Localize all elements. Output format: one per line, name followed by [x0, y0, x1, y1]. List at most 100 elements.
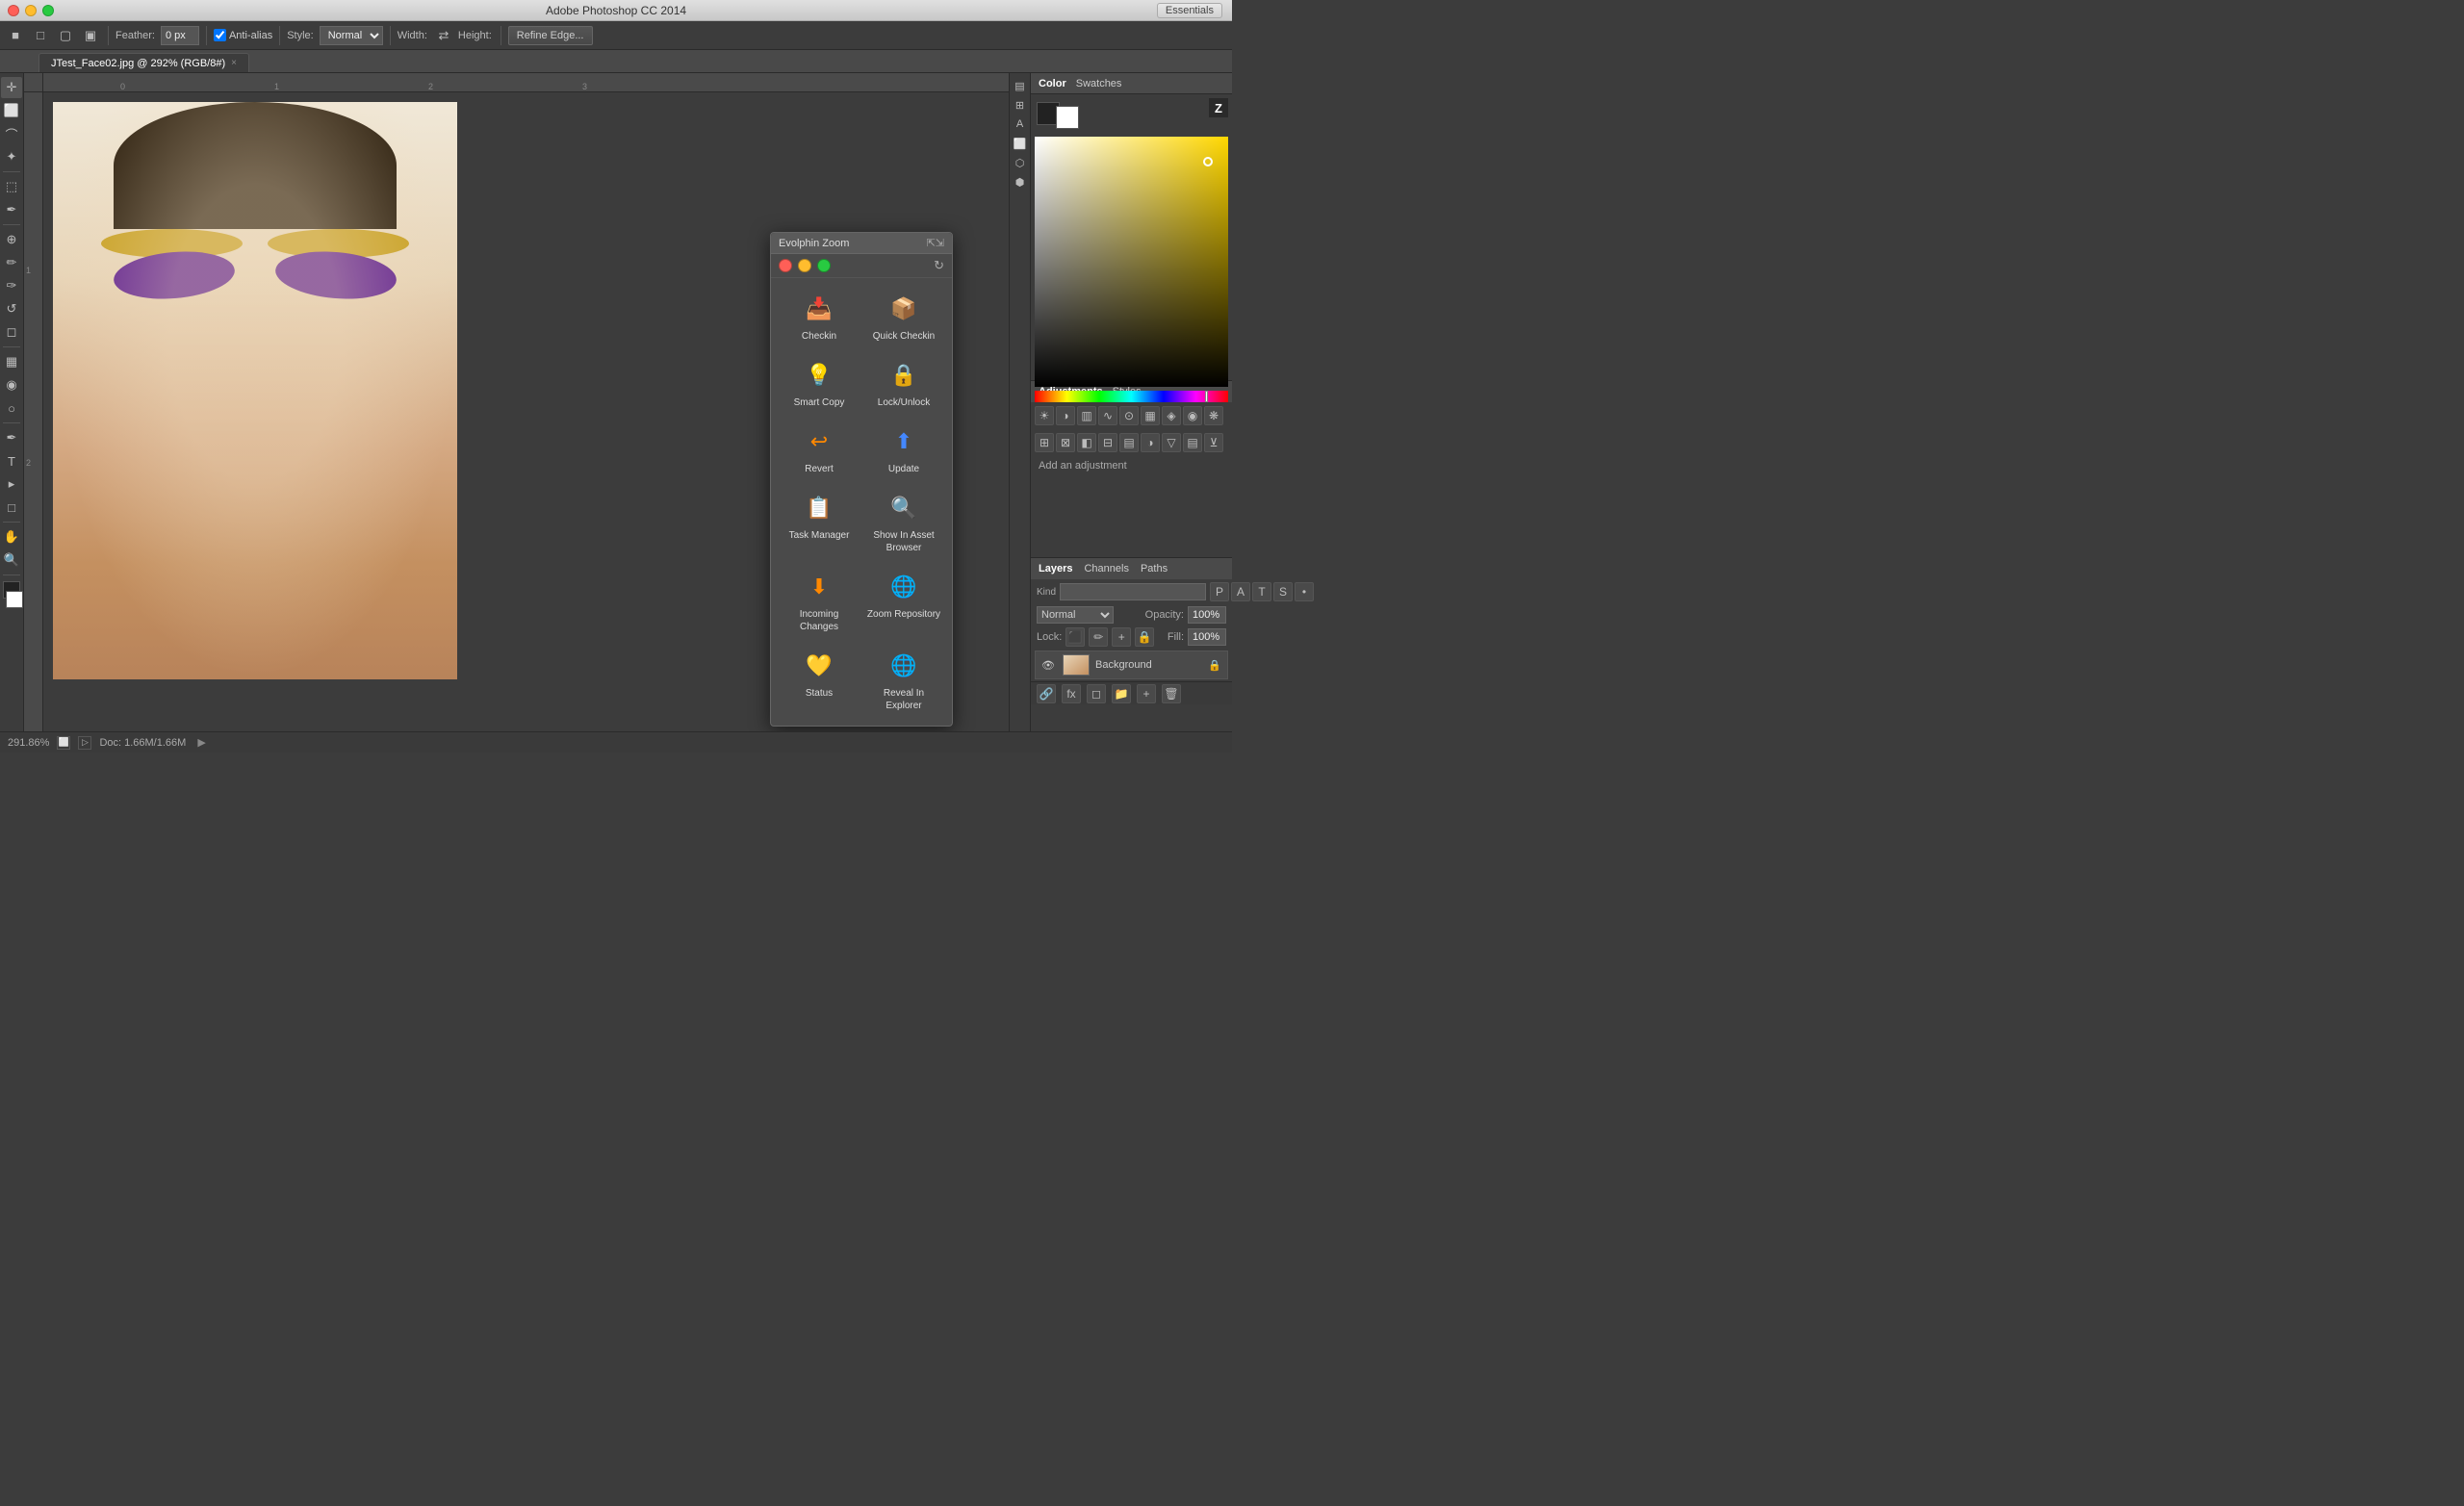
color-panel-header[interactable]: Color Swatches: [1031, 73, 1232, 94]
minimize-button[interactable]: [25, 5, 37, 16]
black-white-icon[interactable]: ◧: [1077, 433, 1096, 452]
blend-mode-select[interactable]: Normal: [1037, 606, 1114, 624]
contrast-adj-icon[interactable]: ◑: [1056, 406, 1075, 425]
curves-adj-icon[interactable]: ∿: [1098, 406, 1117, 425]
lasso-tool[interactable]: ⌒: [1, 123, 22, 144]
color-picker-circle[interactable]: [1203, 157, 1213, 166]
delete-layer-icon[interactable]: 🗑: [1162, 684, 1181, 703]
tool-icon-4[interactable]: ▣: [80, 25, 101, 46]
quick-checkin-button[interactable]: 📦 Quick Checkin: [861, 284, 946, 350]
channel-mixer-icon[interactable]: ⊞: [1035, 433, 1054, 452]
opacity-input[interactable]: [1188, 606, 1226, 624]
rectangle-select-tool[interactable]: ⬜: [1, 100, 22, 121]
link-layers-icon[interactable]: 🔗: [1037, 684, 1056, 703]
channels-tab[interactable]: Channels: [1084, 563, 1128, 574]
filter-pixel-icon[interactable]: P: [1210, 582, 1229, 601]
fill-input[interactable]: [1188, 628, 1226, 646]
filter-smart-icon[interactable]: •: [1295, 582, 1314, 601]
eraser-tool[interactable]: ◻: [1, 321, 22, 343]
move-tool[interactable]: ✛: [1, 77, 22, 98]
add-mask-icon[interactable]: ◻: [1087, 684, 1106, 703]
side-icon-1[interactable]: ▤: [1012, 77, 1029, 94]
gradient-tool[interactable]: ▦: [1, 351, 22, 372]
gradient-map-icon[interactable]: ▤: [1119, 433, 1139, 452]
add-effect-icon[interactable]: fx: [1062, 684, 1081, 703]
reveal-in-explorer-button[interactable]: 🌐 Reveal In Explorer: [861, 641, 946, 720]
saturation-adj-icon[interactable]: ◉: [1183, 406, 1202, 425]
essentials-button[interactable]: Essentials: [1157, 3, 1222, 18]
hue-slider[interactable]: [1035, 391, 1228, 402]
lock-unlock-button[interactable]: 🔒 Lock/Unlock: [861, 350, 946, 417]
side-icon-6[interactable]: ⬢: [1012, 173, 1029, 191]
background-color[interactable]: [6, 591, 23, 608]
dodge-tool[interactable]: ○: [1, 397, 22, 419]
brush-tool[interactable]: ✏: [1, 252, 22, 273]
levels-adj-icon[interactable]: ▥: [1077, 406, 1096, 425]
new-group-icon[interactable]: 📁: [1112, 684, 1131, 703]
incoming-changes-button[interactable]: ⬇ Incoming Changes: [777, 562, 861, 641]
close-button[interactable]: [8, 5, 19, 16]
lock-position-icon[interactable]: ✏: [1089, 627, 1108, 647]
filter-shape-icon[interactable]: S: [1273, 582, 1293, 601]
filter-type-icon[interactable]: T: [1252, 582, 1271, 601]
magic-wand-tool[interactable]: ✦: [1, 146, 22, 167]
task-manager-button[interactable]: 📋 Task Manager: [777, 483, 861, 562]
side-icon-2[interactable]: ⊞: [1012, 96, 1029, 114]
refine-edge-button[interactable]: Refine Edge...: [508, 26, 593, 45]
navigate-forward-icon[interactable]: ▶: [197, 736, 205, 749]
revert-button[interactable]: ↩ Revert: [777, 417, 861, 483]
lock-move-icon[interactable]: +: [1112, 627, 1131, 647]
photo-filter-icon[interactable]: ⊟: [1098, 433, 1117, 452]
zoom-repository-button[interactable]: 🌐 Zoom Repository: [861, 562, 946, 641]
pen-tool[interactable]: ✒: [1, 427, 22, 448]
blur-tool[interactable]: ◉: [1, 374, 22, 396]
clone-stamp-tool[interactable]: ✑: [1, 275, 22, 296]
crop-tool[interactable]: ⬚: [1, 176, 22, 197]
evalphin-minimize-btn[interactable]: [798, 259, 811, 272]
shape-tool[interactable]: □: [1, 497, 22, 518]
invert-icon[interactable]: ⊻: [1204, 433, 1223, 452]
status-button[interactable]: 💛 Status: [777, 641, 861, 720]
selective-color-icon[interactable]: ◑: [1141, 433, 1160, 452]
tool-icon-1[interactable]: ■: [5, 25, 26, 46]
vibrance-adj-icon[interactable]: ❋: [1204, 406, 1223, 425]
hue-slider-handle[interactable]: [1205, 391, 1208, 402]
evalphin-close-btn[interactable]: [779, 259, 792, 272]
evalphin-maximize-btn[interactable]: [817, 259, 831, 272]
filter-adj-icon[interactable]: A: [1231, 582, 1250, 601]
posterize-icon[interactable]: ▤: [1183, 433, 1202, 452]
color-tab[interactable]: Color: [1039, 78, 1066, 89]
path-select-tool[interactable]: ▸: [1, 473, 22, 495]
more-adj-icon[interactable]: ▦: [1141, 406, 1160, 425]
color-balance-icon[interactable]: ⊠: [1056, 433, 1075, 452]
exposure-adj-icon[interactable]: ⊙: [1119, 406, 1139, 425]
show-asset-browser-button[interactable]: 🔍 Show In Asset Browser: [861, 483, 946, 562]
paths-tab[interactable]: Paths: [1141, 563, 1168, 574]
update-button[interactable]: ⬆ Update: [861, 417, 946, 483]
swatches-tab[interactable]: Swatches: [1076, 78, 1122, 89]
lock-all-icon[interactable]: 🔒: [1135, 627, 1154, 647]
feather-input[interactable]: [161, 26, 199, 45]
smart-copy-button[interactable]: 💡 Smart Copy: [777, 350, 861, 417]
file-tab[interactable]: JTest_Face02.jpg @ 292% (RGB/8#) ×: [38, 53, 249, 72]
healing-tool[interactable]: ⊕: [1, 229, 22, 250]
bottom-icon-2[interactable]: ▷: [78, 736, 91, 750]
maximize-button[interactable]: [42, 5, 54, 16]
type-tool[interactable]: T: [1, 450, 22, 472]
checkin-button[interactable]: 📥 Checkin: [777, 284, 861, 350]
bottom-icon-1[interactable]: ⬜: [57, 736, 70, 750]
anti-alias-checkbox[interactable]: Anti-alias: [214, 29, 272, 41]
layer-visibility-icon[interactable]: 👁: [1041, 657, 1057, 673]
tool-icon-2[interactable]: □: [30, 25, 51, 46]
side-icon-5[interactable]: ⬡: [1012, 154, 1029, 171]
evalphin-refresh-icon[interactable]: ↻: [934, 258, 944, 273]
anti-alias-check[interactable]: [214, 29, 226, 41]
hue-adj-icon[interactable]: ◈: [1162, 406, 1181, 425]
style-select[interactable]: Normal: [320, 26, 383, 45]
background-swatch[interactable]: [1056, 106, 1079, 129]
tool-icon-3[interactable]: ▢: [55, 25, 76, 46]
side-icon-3[interactable]: A: [1012, 115, 1029, 133]
layers-tab[interactable]: Layers: [1039, 563, 1072, 574]
evalphin-expand-icon[interactable]: ⇱⇲: [927, 237, 944, 249]
width-swap-icon[interactable]: ⇄: [433, 25, 454, 46]
